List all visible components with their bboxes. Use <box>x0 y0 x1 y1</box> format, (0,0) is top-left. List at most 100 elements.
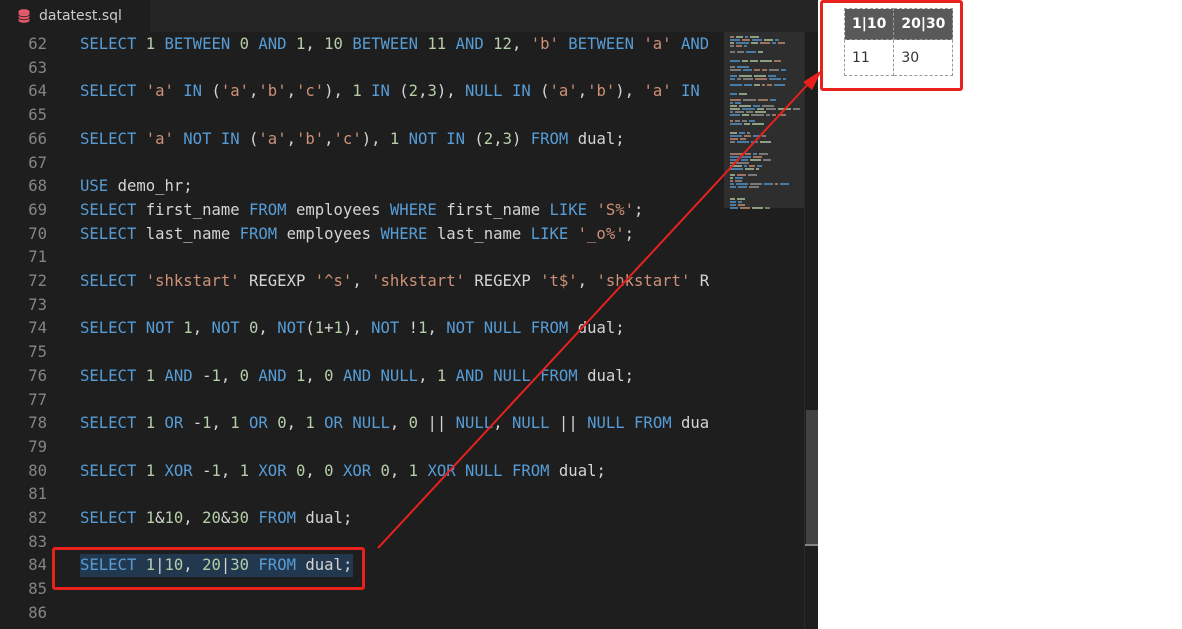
line-number: 79 <box>28 437 47 456</box>
code-line-73[interactable]: 73 <box>0 294 724 317</box>
code-line-62[interactable]: 62 SELECT 1 BETWEEN 0 AND 1, 10 BETWEEN 1… <box>0 33 724 56</box>
minimap-token <box>775 183 778 185</box>
code-line-78[interactable]: 78 SELECT 1 OR -1, 1 OR 0, 1 OR NULL, 0 |… <box>0 412 724 435</box>
code-line-85[interactable]: 85 <box>0 578 724 601</box>
code-line-76[interactable]: 76 SELECT 1 AND -1, 0 AND 1, 0 AND NULL, … <box>0 365 724 388</box>
minimap-token <box>730 120 733 122</box>
code-text: SELECT 1 OR -1, 1 OR 0, 1 OR NULL, 0 || … <box>80 414 710 433</box>
minimap-token <box>730 183 734 185</box>
result-cell[interactable]: 11 <box>843 39 895 76</box>
minimap-token <box>745 153 751 155</box>
result-column-header[interactable]: 1|10 <box>843 8 895 40</box>
query-results-panel: 1|10 20|30 11 30 <box>818 0 1182 629</box>
minimap-token <box>738 204 745 206</box>
code-editor[interactable]: 62 SELECT 1 BETWEEN 0 AND 1, 10 BETWEEN 1… <box>0 32 724 629</box>
minimap-token <box>736 45 742 47</box>
minimap-token <box>758 51 763 53</box>
line-number: 63 <box>28 58 47 77</box>
code-line-77[interactable]: 77 <box>0 389 724 412</box>
minimap-token <box>744 123 750 125</box>
code-line-86[interactable]: 86 <box>0 602 724 625</box>
code-line-64[interactable]: 64 SELECT 'a' IN ('a','b','c'), 1 IN (2,3… <box>0 80 724 103</box>
minimap-token <box>774 60 781 62</box>
code-line-84[interactable]: 84 SELECT 1|10, 20|30 FROM dual; <box>0 554 724 578</box>
code-line-63[interactable]: 63 <box>0 57 724 80</box>
code-line-83[interactable]: 83 <box>0 531 724 554</box>
minimap-token <box>737 141 749 143</box>
minimap-token <box>762 69 767 71</box>
code-line-68[interactable]: 68 USE demo_hr; <box>0 175 724 198</box>
minimap-token <box>778 114 786 116</box>
code-line-74[interactable]: 74 SELECT NOT 1, NOT 0, NOT(1+1), NOT !1,… <box>0 317 724 340</box>
minimap-token <box>765 207 770 209</box>
minimap-token <box>730 66 735 68</box>
minimap-token <box>749 186 759 188</box>
code-line-71[interactable]: 71 <box>0 246 724 269</box>
minimap-token <box>751 114 764 116</box>
line-number: 85 <box>28 580 47 599</box>
minimap-token <box>746 51 756 53</box>
code-line-65[interactable]: 65 <box>0 104 724 127</box>
minimap-token <box>730 159 739 161</box>
code-text: SELECT 1|10, 20|30 FROM dual; <box>80 556 353 575</box>
minimap-token <box>737 51 744 53</box>
tab-datatest-sql[interactable]: datatest.sql <box>0 0 150 32</box>
minimap-token <box>730 111 733 113</box>
minimap-token <box>730 108 740 110</box>
minimap-token <box>740 138 746 140</box>
code-line-75[interactable]: 75 <box>0 341 724 364</box>
line-number: 65 <box>28 106 47 125</box>
minimap-token <box>744 84 752 86</box>
result-column-header[interactable]: 20|30 <box>893 8 954 40</box>
minimap-token <box>764 183 773 185</box>
minimap-token <box>742 60 748 62</box>
code-line-67[interactable]: 67 <box>0 152 724 175</box>
minimap-token <box>745 36 748 38</box>
minimap-token <box>758 99 768 101</box>
minimap-token <box>752 123 764 125</box>
minimap-token <box>768 75 776 77</box>
code-line-72[interactable]: 72 SELECT 'shkstart' REGEXP '^s', 'shksta… <box>0 270 724 293</box>
code-line-70[interactable]: 70 SELECT last_name FROM employees WHERE … <box>0 223 724 246</box>
minimap-token <box>750 159 761 161</box>
minimap-token <box>739 105 751 107</box>
minimap-token <box>730 180 733 182</box>
result-cell[interactable]: 30 <box>893 39 954 76</box>
minimap-token <box>730 174 735 176</box>
code-line-69[interactable]: 69 SELECT first_name FROM employees WHERE… <box>0 199 724 222</box>
minimap-token <box>780 183 789 185</box>
minimap-token <box>730 168 743 170</box>
minimap-token <box>739 75 752 77</box>
minimap-token <box>743 78 753 80</box>
minimap-token <box>751 141 758 143</box>
line-number: 82 <box>28 509 47 527</box>
code-line-81[interactable]: 81 <box>0 483 724 506</box>
minimap-token <box>772 42 776 44</box>
code-text: SELECT 1 XOR -1, 1 XOR 0, 0 XOR 0, 1 XOR… <box>80 461 606 480</box>
code-text: SELECT 'a' IN ('a','b','c'), 1 IN (2,3),… <box>80 82 700 101</box>
code-line-82[interactable]: 82 SELECT 1&10, 20&30 FROM dual; <box>0 507 724 530</box>
minimap-token <box>754 75 766 77</box>
code-text: USE demo_hr; <box>80 177 193 196</box>
minimap-token <box>751 42 758 44</box>
minimap-token <box>764 39 773 41</box>
minimap-token <box>770 99 776 101</box>
code-line-80[interactable]: 80 SELECT 1 XOR -1, 1 XOR 0, 0 XOR 0, 1 X… <box>0 460 724 483</box>
minimap-token <box>730 207 738 209</box>
code-text: SELECT NOT 1, NOT 0, NOT(1+1), NOT !1, N… <box>80 319 625 338</box>
minimap-token <box>730 123 742 125</box>
minimap[interactable] <box>724 32 804 629</box>
code-text: SELECT 'shkstart' REGEXP '^s', 'shkstart… <box>80 272 710 290</box>
vertical-scrollbar[interactable] <box>804 32 819 629</box>
code-line-66[interactable]: 66 SELECT 'a' NOT IN ('a','b','c'), 1 NOT… <box>0 128 724 151</box>
minimap-token <box>730 60 740 62</box>
code-line-79[interactable]: 79 <box>0 436 724 459</box>
database-icon <box>18 9 30 23</box>
result-row: 11 30 <box>843 39 954 76</box>
vscode-window: datatest.sql 62 SELECT 1 BETWEEN 0 AND 1,… <box>0 0 1182 629</box>
minimap-token <box>730 114 740 116</box>
minimap-token <box>749 165 755 167</box>
minimap-token <box>737 66 749 68</box>
minimap-token <box>753 153 757 155</box>
minimap-token <box>754 69 760 71</box>
